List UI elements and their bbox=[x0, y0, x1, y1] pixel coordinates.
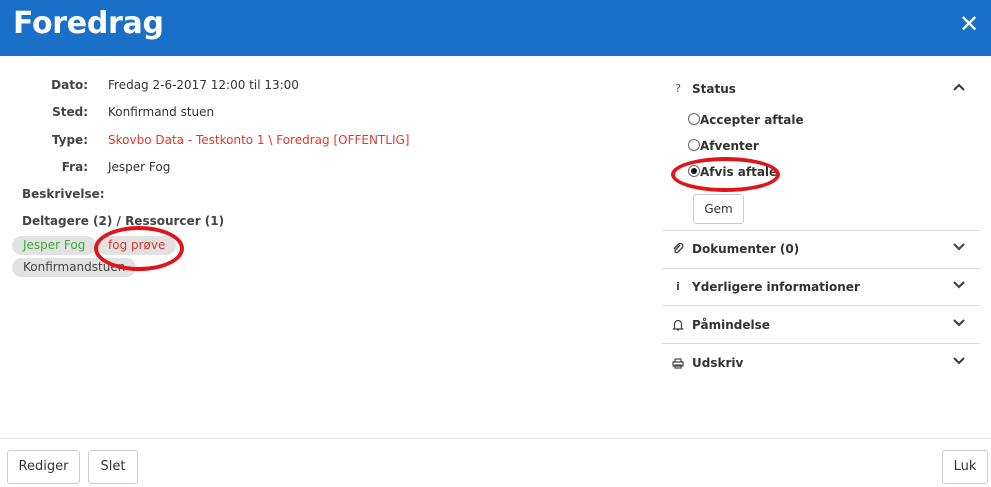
footer-divider bbox=[0, 438, 991, 439]
radio-accept[interactable]: Accepter aftale bbox=[688, 113, 804, 127]
question-icon: ? bbox=[675, 82, 681, 95]
radio-circle[interactable] bbox=[688, 139, 700, 151]
chevron-down-icon bbox=[953, 357, 965, 365]
section-label: Påmindelse bbox=[692, 318, 770, 332]
edit-button[interactable]: Rediger bbox=[7, 450, 80, 484]
type-value[interactable]: Skovbo Data - Testkonto 1 \ Foredrag [OF… bbox=[108, 133, 409, 147]
radio-circle-selected[interactable] bbox=[688, 165, 700, 177]
chevron-up-icon bbox=[953, 83, 965, 91]
close-icon[interactable]: ✕ bbox=[959, 10, 979, 38]
participants-label: Deltagere (2) / Ressourcer (1) bbox=[22, 214, 225, 228]
section-more-info[interactable]: i Yderligere informationer bbox=[662, 268, 980, 306]
section-documents[interactable]: Dokumenter (0) bbox=[662, 231, 980, 269]
radio-label: Accepter aftale bbox=[700, 113, 804, 127]
radio-circle[interactable] bbox=[688, 113, 700, 125]
delete-button[interactable]: Slet bbox=[88, 450, 138, 484]
chevron-down-icon bbox=[953, 243, 965, 251]
section-print[interactable]: Udskriv bbox=[662, 344, 980, 382]
save-button[interactable]: Gem bbox=[693, 194, 744, 224]
radio-label: Afventer bbox=[700, 139, 759, 153]
section-reminder[interactable]: Påmindelse bbox=[662, 306, 980, 344]
section-label: Yderligere informationer bbox=[692, 280, 860, 294]
status-title: Status bbox=[692, 82, 736, 96]
from-value: Jesper Fog bbox=[108, 160, 171, 174]
radio-pending[interactable]: Afventer bbox=[688, 139, 759, 153]
section-label: Udskriv bbox=[692, 356, 744, 370]
radio-label: Afvis aftale bbox=[700, 165, 778, 179]
paperclip-icon bbox=[673, 242, 684, 254]
info-icon: i bbox=[676, 280, 680, 293]
resource-tag[interactable]: Konfirmandstuen bbox=[12, 258, 137, 277]
participant-tag[interactable]: Jesper Fog bbox=[12, 236, 97, 255]
date-value: Fredag 2-6-2017 12:00 til 13:00 bbox=[108, 78, 299, 92]
close-button[interactable]: Luk bbox=[942, 450, 988, 484]
description-label: Beskrivelse: bbox=[22, 187, 105, 201]
bell-icon bbox=[672, 319, 684, 331]
type-label: Type: bbox=[51, 133, 88, 147]
from-label: Fra: bbox=[61, 160, 88, 174]
chevron-down-icon bbox=[953, 319, 965, 327]
participant-tag[interactable]: fog prøve bbox=[97, 236, 177, 255]
radio-decline[interactable]: Afvis aftale bbox=[688, 165, 777, 179]
location-value: Konfirmand stuen bbox=[108, 105, 215, 119]
dialog-title: Foredrag bbox=[13, 6, 164, 41]
location-label: Sted: bbox=[52, 105, 88, 119]
section-label: Dokumenter (0) bbox=[692, 242, 800, 256]
chevron-down-icon bbox=[953, 281, 965, 289]
status-section-header[interactable]: ? Status bbox=[662, 70, 980, 108]
print-icon bbox=[672, 358, 684, 369]
date-label: Dato: bbox=[51, 78, 88, 92]
dialog-header: Foredrag ✕ bbox=[0, 0, 991, 56]
